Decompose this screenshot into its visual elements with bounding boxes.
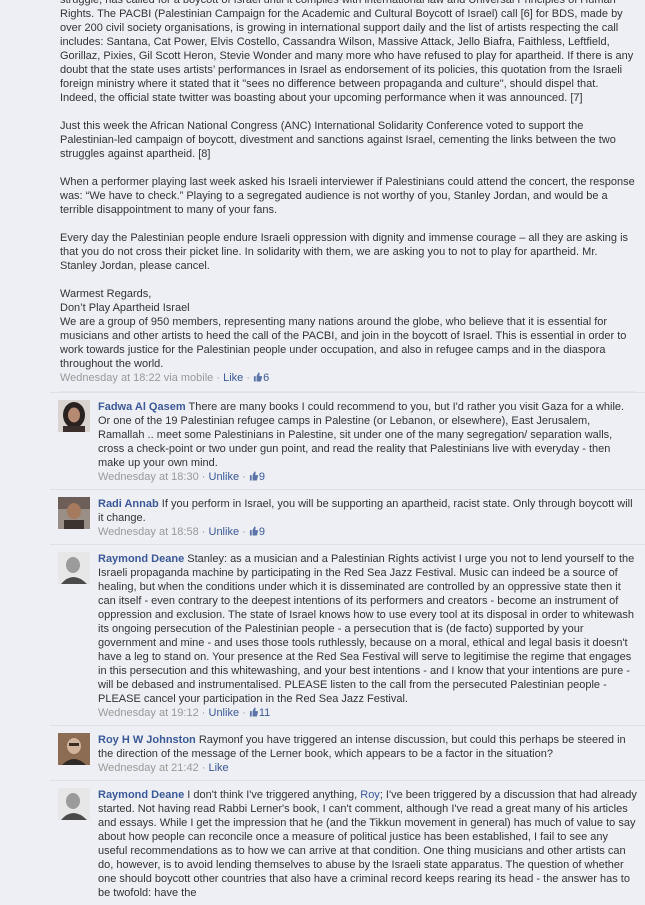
comment-author[interactable]: Radi Annab (98, 498, 159, 510)
like-count[interactable]: 9 (249, 526, 265, 538)
post-signoff: We are a group of 950 members, represent… (60, 316, 627, 370)
comment-meta: Wednesday at 21:42 · Like (98, 761, 637, 775)
profile-photo-icon (58, 400, 90, 432)
post-paragraph: struggle, has called for a boycott of Is… (60, 0, 634, 104)
profile-photo-icon (58, 788, 90, 820)
separator: · (201, 762, 206, 774)
comment-text: ; I've been triggered by a discussion th… (98, 789, 637, 899)
comment-meta: Wednesday at 19:12 · Unlike · 11 (98, 706, 637, 720)
comment: Radi Annab If you perform in Israel, you… (50, 489, 645, 544)
like-count[interactable]: 6 (253, 372, 269, 384)
post-paragraph: When a performer playing last week asked… (60, 176, 635, 216)
separator: · (242, 526, 246, 538)
comment-timestamp: Wednesday at 21:42 (98, 762, 199, 774)
separator: · (242, 471, 246, 483)
like-count-value: 9 (258, 471, 265, 483)
like-count-value: 6 (263, 372, 270, 384)
avatar[interactable] (58, 400, 90, 432)
comment: Raymond Deane Stanley: as a musician and… (50, 544, 645, 725)
unlike-link[interactable]: Unlike (209, 707, 240, 719)
comment: Raymond Deane I don't think I've trigger… (50, 780, 645, 905)
comment-author[interactable]: Fadwa Al Qasem (98, 401, 186, 413)
post-paragraph: Just this week the African National Cong… (60, 120, 616, 160)
avatar[interactable] (58, 733, 90, 765)
comment-text: Stanley: as a musician and a Palestinian… (98, 553, 635, 705)
comment: Roy H W Johnston Raymonf you have trigge… (50, 725, 645, 780)
comment-text: If you perform in Israel, you will be su… (98, 498, 633, 524)
avatar[interactable] (58, 497, 90, 529)
post-text: struggle, has called for a boycott of Is… (60, 0, 635, 371)
post-signoff: Warmest Regards, (60, 288, 152, 300)
separator: · (201, 526, 206, 538)
separator: · (201, 707, 206, 719)
unlike-link[interactable]: Unlike (209, 526, 240, 538)
separator: · (246, 372, 250, 384)
comment-timestamp: Wednesday at 18:58 (98, 526, 199, 538)
post-body: struggle, has called for a boycott of Is… (50, 0, 645, 392)
comment-text: I don't think I've triggered anything, (187, 789, 361, 801)
unlike-link[interactable]: Unlike (209, 471, 240, 483)
comment-thread: struggle, has called for a boycott of Is… (50, 0, 645, 899)
separator: · (242, 707, 246, 719)
like-link[interactable]: Like (223, 372, 243, 384)
like-count[interactable]: 9 (249, 471, 265, 483)
comment-timestamp: Wednesday at 18:30 (98, 471, 199, 483)
post-meta: Wednesday at 18:22 via mobile · Like · 6 (60, 371, 635, 385)
like-count-value: 11 (258, 707, 271, 719)
comment-timestamp: Wednesday at 19:12 (98, 707, 199, 719)
thumbs-up-icon (249, 707, 258, 717)
mention-link[interactable]: Roy (360, 789, 380, 801)
separator: · (201, 471, 206, 483)
comment-author[interactable]: Raymond Deane (98, 553, 184, 565)
comment-meta: Wednesday at 18:58 · Unlike · 9 (98, 525, 637, 539)
comment-meta: Wednesday at 18:30 · Unlike · 9 (98, 470, 637, 484)
post-signoff: Don’t Play Apartheid Israel (60, 302, 190, 314)
thumbs-up-icon (249, 526, 258, 536)
like-count-value: 9 (258, 526, 265, 538)
thumbs-up-icon (253, 372, 263, 382)
profile-photo-icon (58, 497, 90, 529)
post-paragraph: Every day the Palestinian people endure … (60, 232, 629, 272)
comment-author[interactable]: Roy H W Johnston (98, 734, 196, 746)
comment: Fadwa Al Qasem There are many books I co… (50, 392, 645, 489)
separator: · (216, 372, 221, 384)
comment-author[interactable]: Raymond Deane (98, 789, 184, 801)
post-timestamp: Wednesday at 18:22 via mobile (60, 372, 214, 384)
avatar[interactable] (58, 788, 90, 820)
like-count[interactable]: 11 (249, 707, 270, 719)
profile-photo-icon (58, 552, 90, 584)
profile-photo-icon (58, 733, 90, 765)
avatar[interactable] (58, 552, 90, 584)
thumbs-up-icon (249, 471, 258, 481)
like-link[interactable]: Like (209, 762, 229, 774)
